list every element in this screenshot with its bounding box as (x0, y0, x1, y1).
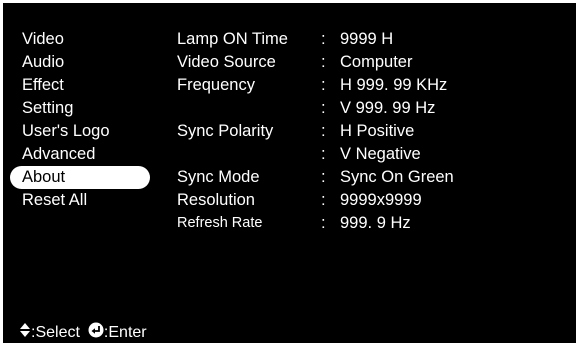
info-label: Video Source (177, 53, 276, 71)
info-value: 999. 9 Hz (340, 214, 411, 232)
info-label: Resolution (177, 191, 255, 209)
info-label: Frequency (177, 76, 255, 94)
info-colon: : (321, 214, 326, 232)
enter-hint-label: :Enter (103, 324, 147, 341)
info-value: 9999x9999 (340, 191, 422, 209)
info-colon: : (321, 53, 326, 71)
menu-item-setting[interactable]: Setting (10, 97, 150, 120)
info-value: Sync On Green (340, 168, 454, 186)
main-menu: Video Audio Effect Setting User's Logo A… (10, 28, 162, 212)
info-value: 9999 H (340, 30, 394, 48)
enter-return-icon (88, 322, 104, 344)
menu-item-audio[interactable]: Audio (10, 51, 150, 74)
info-label: Sync Mode (177, 168, 260, 186)
menu-item-advanced[interactable]: Advanced (10, 143, 150, 166)
info-colon: : (321, 145, 326, 163)
info-label: Lamp ON Time (177, 30, 288, 48)
info-colon: : (321, 191, 326, 209)
info-value: V 999. 99 Hz (340, 99, 436, 117)
menu-item-reset-all[interactable]: Reset All (10, 189, 150, 212)
key-guide: :Select :Enter (19, 322, 147, 344)
select-hint-label: :Select (31, 324, 80, 341)
menu-item-users-logo[interactable]: User's Logo (10, 120, 150, 143)
menu-item-about[interactable]: About (10, 166, 150, 189)
info-label: Sync Polarity (177, 122, 274, 140)
info-value: Computer (340, 53, 413, 71)
info-colon: : (321, 76, 326, 94)
info-colon: : (321, 99, 326, 117)
menu-item-effect[interactable]: Effect (10, 74, 150, 97)
up-down-arrow-icon (19, 322, 31, 344)
info-value: H 999. 99 KHz (340, 76, 448, 94)
info-value: H Positive (340, 122, 415, 140)
info-colon: : (321, 30, 326, 48)
menu-item-video[interactable]: Video (10, 28, 150, 51)
info-label: Refresh Rate (177, 215, 263, 231)
info-value: V Negative (340, 145, 421, 163)
info-colon: : (321, 168, 326, 186)
info-colon: : (321, 122, 326, 140)
projector-osd-menu: Video Audio Effect Setting User's Logo A… (3, 3, 576, 343)
